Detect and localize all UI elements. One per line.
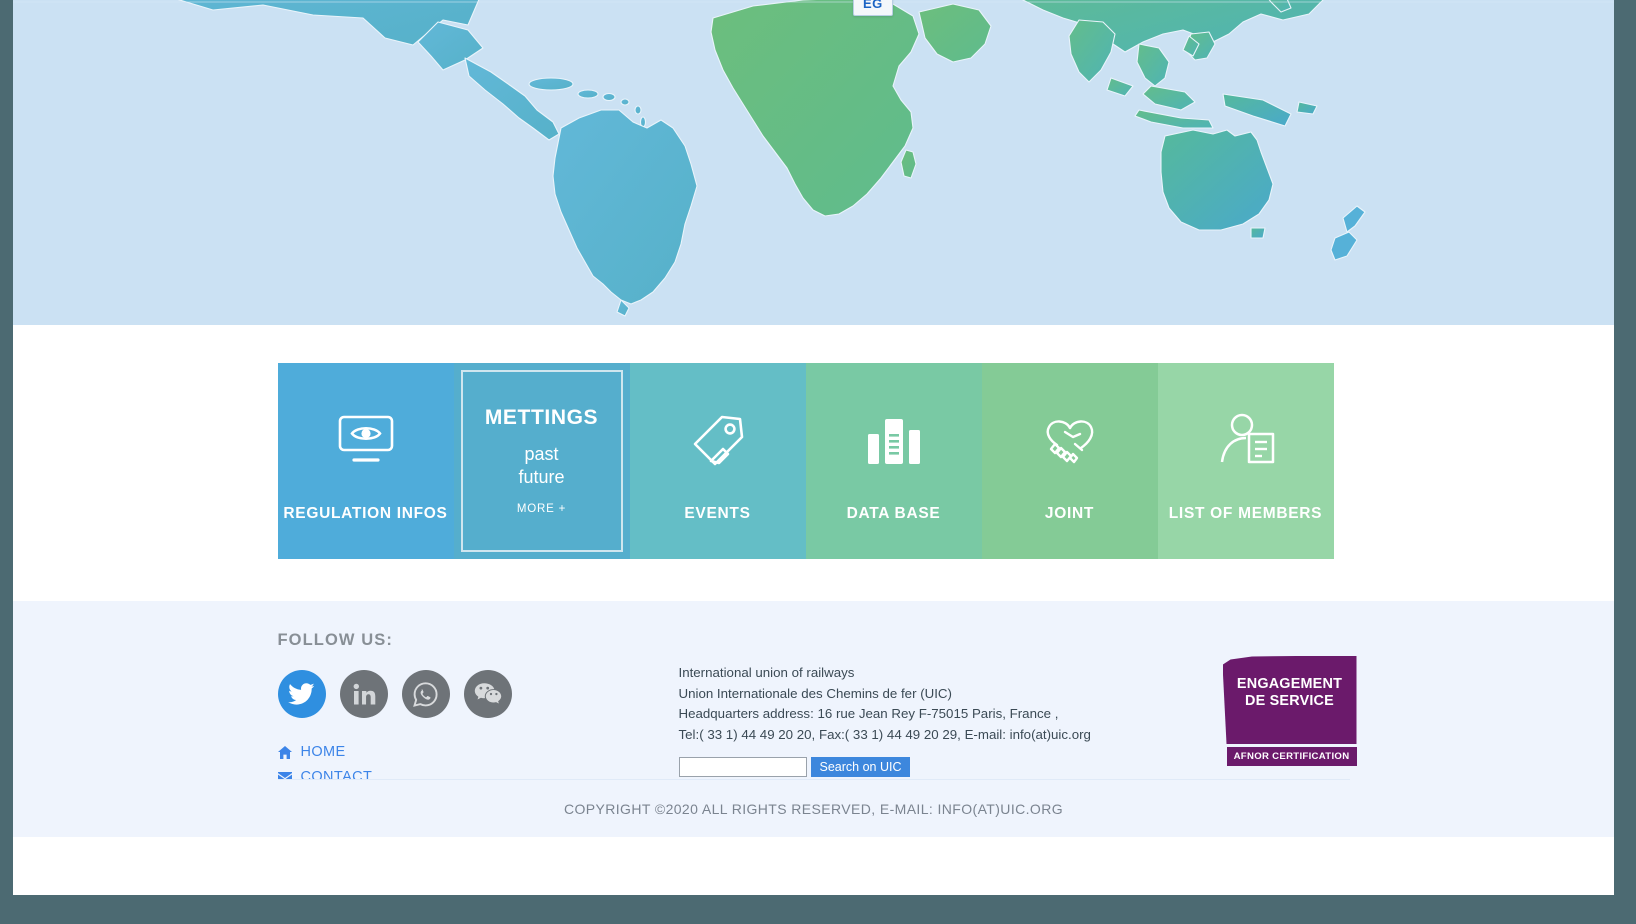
tile-data-base[interactable]: DATA BASE [805,363,982,559]
tile-regulation-infos[interactable]: REGULATION INFOS [277,363,454,559]
afnor-certification-logo: ENGAGEMENT DE SERVICE AFNOR CERTIFICATIO… [1222,656,1357,766]
tag-icon [630,409,806,471]
address-line: Union Internationale des Chemins de fer … [678,685,952,701]
world-map-svg[interactable] [13,0,1614,325]
tile-label: REGULATION INFOS [283,505,448,522]
tile-label: DATA BASE [846,505,941,522]
tile-events[interactable]: EVENTS [629,363,806,559]
whatsapp-icon[interactable] [401,670,450,718]
tile-label: METTINGS [484,405,599,429]
wechat-icon[interactable] [463,670,512,718]
tile-label: JOINT [1044,505,1095,522]
handshake-heart-icon [982,409,1158,471]
home-icon [277,745,292,759]
member-card-icon [1158,409,1334,471]
follow-us-label: FOLLOW US: [277,631,393,649]
tile-joint[interactable]: JOINT [981,363,1158,559]
copyright-text: COPYRIGHT ©2020 ALL RIGHTS RESERVED, E-M… [563,800,1063,817]
organization-address: International union of railways Union In… [679,663,1091,745]
address-line: International union of railways [678,665,855,680]
twitter-icon[interactable] [277,670,326,718]
tile-sublabel-past[interactable]: past [485,445,598,463]
tile-more-link[interactable]: MORE + [485,503,598,516]
linkedin-icon[interactable] [339,670,388,718]
afnor-shield-text: ENGAGEMENT DE SERVICE [1223,676,1357,710]
tile-label: EVENTS [684,505,751,522]
page-root: EG REGULATION INFOS METTINGS past future… [13,0,1614,895]
tile-list-of-members[interactable]: LIST OF MEMBERS [1157,363,1334,559]
afnor-line-2: DE SERVICE [1245,693,1334,709]
address-line: Tel:( 33 1) 44 49 20 20, Fax:( 33 1) 44 … [678,726,1091,742]
site-footer: FOLLOW US: HOME CONTACT International un… [13,601,1614,837]
tile-mettings[interactable]: METTINGS past future MORE + [453,363,630,559]
afnor-line-1: ENGAGEMENT [1236,676,1343,692]
bar-chart-icon [806,409,982,471]
tile-label: LIST OF MEMBERS [1168,505,1323,522]
copyright-bar: COPYRIGHT ©2020 ALL RIGHTS RESERVED, E-M… [277,779,1350,837]
search-input[interactable] [678,757,807,777]
footer-link-label: HOME [300,744,346,760]
map-country-tooltip-eg: EG [853,0,893,16]
quick-access-tiles: REGULATION INFOS METTINGS past future MO… [277,363,1350,559]
afnor-certification-bar: AFNOR CERTIFICATION [1226,747,1357,766]
search-on-uic-button[interactable]: Search on UIC [810,757,911,777]
footer-search: Search on UIC [678,757,911,777]
tile-sublabel-future[interactable]: future [485,468,598,486]
world-map-hero[interactable]: EG [13,0,1614,325]
address-line: Headquarters address: 16 rue Jean Rey F-… [678,706,1059,721]
quick-access-tiles-band: REGULATION INFOS METTINGS past future MO… [13,325,1614,601]
eye-monitor-icon [278,409,454,471]
